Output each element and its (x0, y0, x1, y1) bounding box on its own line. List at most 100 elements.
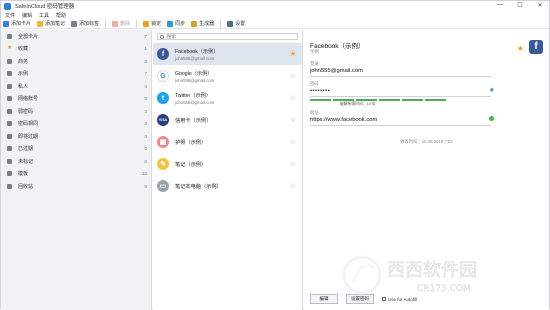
card-list-item[interactable]: G Google（示例） john555@gmail.com ☆ (153, 65, 302, 87)
sidebar-item[interactable]: 密码相同 3 (1, 118, 151, 131)
title-bar: SafeInCloud 密码管理器 — ☐ ✕ (1, 1, 549, 11)
sidebar-item-count: 7 (144, 33, 147, 39)
minimize-button[interactable]: — (494, 2, 506, 9)
card-logo-icon: G (157, 70, 169, 82)
favorite-star-icon[interactable]: ★ (517, 45, 524, 53)
app-window: SafeInCloud 密码管理器 — ☐ ✕ 文件 编辑 工具 帮助 添加卡片… (0, 0, 550, 310)
sidebar-item[interactable]: 网络账号 3 (1, 93, 151, 106)
sidebar-item-count: 3 (144, 96, 147, 102)
sidebar-item-label: 密码相同 (18, 121, 39, 128)
favorite-star-icon[interactable]: ☆ (290, 94, 296, 102)
favorite-star-icon[interactable]: ☆ (290, 182, 296, 190)
briefcase-icon (7, 58, 12, 64)
show-password-eye-icon[interactable]: ◉ (490, 87, 494, 93)
settings-button[interactable]: 设置 (227, 20, 245, 27)
add-card-button[interactable]: 添加卡片 (3, 20, 31, 27)
trash-icon (7, 183, 12, 189)
sidebar-item[interactable]: 全部卡片 7 (1, 30, 151, 43)
sidebar-item[interactable]: 商务 3 (1, 55, 151, 68)
watermark-brand: 西西软件园 (387, 260, 477, 281)
edit-button[interactable]: 编辑 (310, 294, 338, 304)
sync-button[interactable]: 同步 (167, 20, 185, 27)
globe-icon (7, 96, 12, 102)
card-list-item[interactable]: VISA 信用卡（示例） ☆ (153, 109, 302, 131)
card-list-item[interactable]: f Facebook（示例） john555@gmail.com ★ (153, 43, 302, 65)
add-label-button[interactable]: 添加标签 (71, 20, 99, 27)
website-value[interactable]: https://www.facebook.com (310, 116, 491, 126)
sidebar-item-label: 已过期 (18, 146, 34, 153)
autofill-label: Use for Autofill (388, 296, 418, 302)
sidebar-item-label: 未标记 (18, 158, 34, 165)
lock-button[interactable]: 锁定 (143, 20, 161, 27)
toolbar: 添加卡片 添加笔记 添加标签 删除 锁定 同步 生成器 设置 (1, 19, 549, 29)
sidebar-item[interactable]: ★ 收藏 1 (1, 43, 151, 56)
modified-time: 修改时间：16.06.2019 7:52 (400, 139, 453, 144)
delete-button[interactable]: 删除 (112, 20, 130, 27)
password-strength-bar (310, 99, 491, 101)
card-subtitle: john555@gmail.com (175, 77, 215, 83)
login-value[interactable]: john555@gmail.com (310, 67, 491, 77)
favorite-star-icon[interactable]: ☆ (290, 116, 296, 124)
close-button[interactable]: ✕ (534, 2, 546, 9)
card-title: 笔记本电脑（示例） (175, 183, 222, 190)
password-value[interactable]: •••••••• (310, 87, 491, 97)
sidebar-item-label: 示例 (18, 71, 29, 78)
sidebar-item[interactable]: 私人 4 (1, 80, 151, 93)
sidebar-item[interactable]: 回收站 0 (1, 180, 151, 193)
sidebar-item[interactable]: 即将过期 0 (1, 130, 151, 143)
card-list-item[interactable]: ✎ 笔记（示例） ☆ (153, 153, 302, 175)
card-logo-icon: f (157, 48, 169, 60)
card-subtitle: john555@gmail.com (175, 55, 215, 61)
generator-button[interactable]: 生成器 (191, 20, 214, 27)
search-input[interactable] (167, 34, 287, 39)
menu-file[interactable]: 文件 (5, 12, 15, 19)
card-logo-icon: t (157, 92, 169, 104)
sidebar-item-label: 网络账号 (18, 96, 39, 103)
star-icon: ★ (7, 45, 13, 52)
card-list-pane: fFacebook（示例）john555@gmail.com★GGoogle（示… (153, 30, 303, 310)
menu-edit[interactable]: 编辑 (22, 12, 32, 19)
autofill-checkbox[interactable]: Use for Autofill (382, 297, 417, 302)
menu-help[interactable]: 帮助 (56, 12, 66, 19)
sidebar-item[interactable]: 模板 13 (1, 168, 151, 181)
website-field[interactable]: 网址 https://www.facebook.com (310, 110, 494, 126)
card-list-item[interactable]: ▦ 护照（示例） ☆ (153, 131, 302, 153)
sidebar-item[interactable]: 已过期 0 (1, 143, 151, 156)
template-icon (7, 171, 12, 177)
delete-icon (112, 20, 119, 27)
sidebar-item[interactable]: 未标记 0 (1, 155, 151, 168)
lock-icon (143, 20, 150, 27)
open-website-icon[interactable] (489, 116, 494, 121)
favorite-star-icon[interactable]: ☆ (290, 160, 296, 168)
login-field[interactable]: 登录 john555@gmail.com (310, 61, 491, 77)
card-list-item[interactable]: t Twitter（示例） john555@gmail.com ☆ (153, 87, 302, 109)
sidebar: 全部卡片 7 ★ 收藏 1 商务 3 示例 7 私人 4 网络账号 3 弱密码 3 密码相同 3 即将过期 0 已过期… (1, 30, 152, 310)
sidebar-item-count: 0 (144, 158, 147, 164)
facebook-logo-icon: f (529, 40, 543, 54)
card-logo-icon: ✎ (157, 158, 169, 170)
card-logo-icon: ▭ (157, 180, 169, 192)
sidebar-item-label: 即将过期 (18, 133, 39, 140)
add-note-button[interactable]: 添加笔记 (37, 20, 65, 27)
sidebar-item-count: 0 (144, 146, 147, 152)
sidebar-item-label: 收藏 (18, 46, 29, 53)
checkbox-box[interactable] (382, 297, 386, 301)
favorite-star-icon[interactable]: ☆ (290, 72, 296, 80)
password-field[interactable]: 密码 •••••••• ◉ 破解所需时间：10 年 (310, 81, 494, 107)
favorite-star-icon[interactable]: ☆ (290, 138, 296, 146)
menu-tools[interactable]: 工具 (39, 12, 49, 19)
expired-icon (7, 146, 12, 152)
card-list-item[interactable]: ▭ 笔记本电脑（示例） ☆ (153, 175, 302, 197)
search-box[interactable] (157, 33, 298, 40)
add-card-icon (3, 20, 9, 27)
watermark-logo: 西西软件园 CR173.COM (342, 255, 477, 295)
sidebar-item-count: 0 (144, 133, 147, 139)
sidebar-item[interactable]: 示例 7 (1, 68, 151, 81)
sidebar-item-label: 私人 (18, 83, 29, 90)
sidebar-item-count: 1 (144, 46, 147, 52)
sidebar-item[interactable]: 弱密码 3 (1, 105, 151, 118)
card-logo-icon: ▦ (157, 136, 169, 148)
favorite-star-icon[interactable]: ★ (290, 50, 296, 58)
maximize-button[interactable]: ☐ (514, 2, 526, 9)
app-logo-icon (4, 2, 11, 10)
